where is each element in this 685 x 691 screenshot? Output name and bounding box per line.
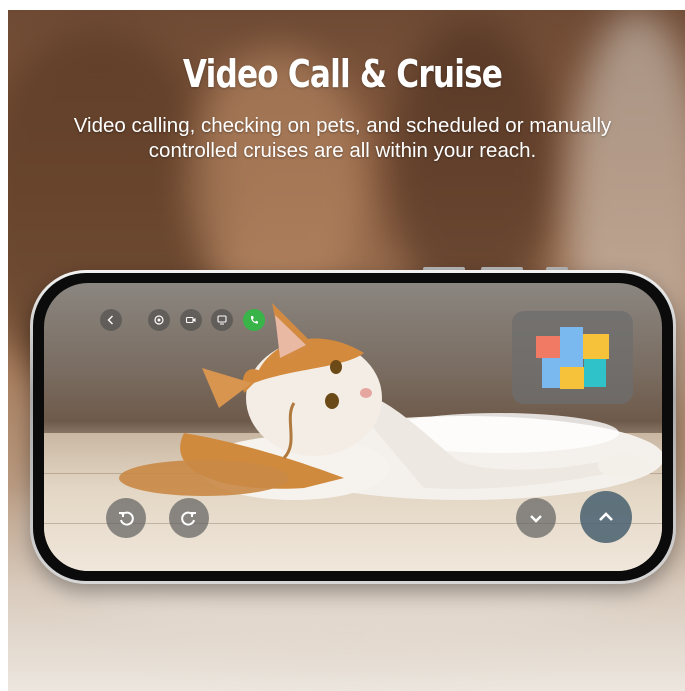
record-video-icon [185,316,196,324]
page-title: Video Call & Cruise [182,52,503,96]
cruise-mode-button[interactable] [211,309,233,331]
video-call-button[interactable] [243,309,265,331]
record-video-button[interactable] [180,309,202,331]
back-button[interactable] [100,309,122,331]
settings-icon [154,315,164,325]
chevron-down-icon [530,515,542,523]
floor-plan-map [536,327,609,389]
rotate-left-button[interactable] [106,498,146,538]
rotate-right-button[interactable] [169,498,209,538]
camera-live-view[interactable] [44,283,662,571]
phone-call-icon [250,316,258,324]
tilt-up-button[interactable] [580,491,632,543]
phone-device [30,270,676,584]
phone-bezel [33,273,673,581]
page-subtitle: Video calling, checking on pets, and sch… [73,114,612,162]
settings-button[interactable] [148,309,170,331]
rotate-left-icon [119,511,134,526]
cruise-mode-icon [217,315,227,325]
back-chevron-icon [107,315,113,325]
tilt-down-button[interactable] [516,498,556,538]
rotate-right-icon [181,511,196,526]
cruise-map-card[interactable] [512,311,633,404]
chevron-up-icon [599,512,613,521]
